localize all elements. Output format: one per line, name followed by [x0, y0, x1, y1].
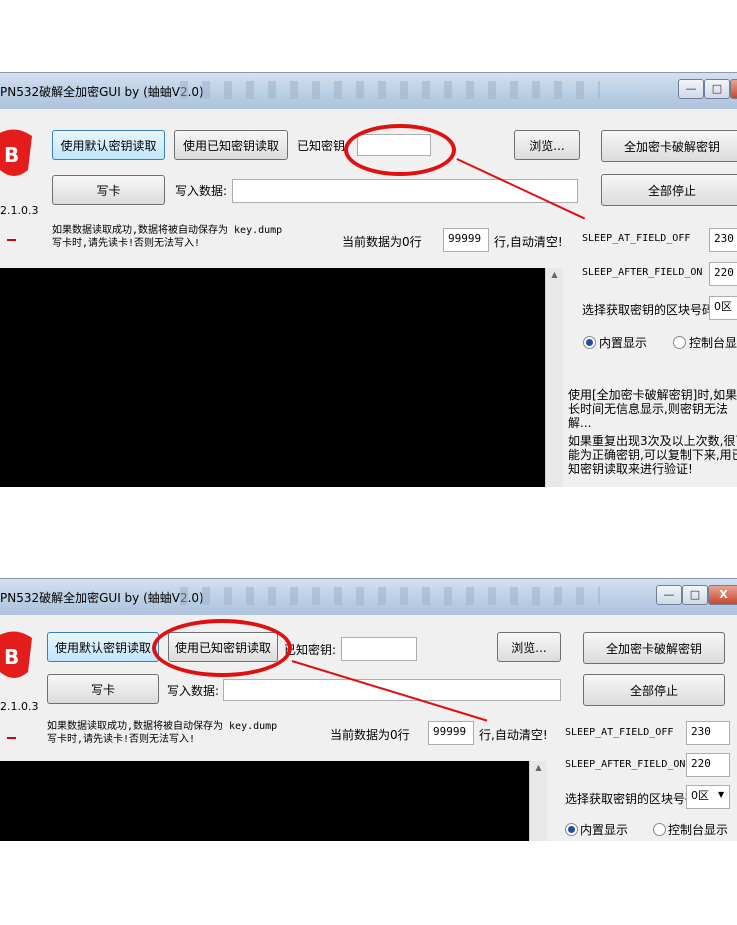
known-key-input[interactable] — [341, 637, 417, 661]
info-line-2: 写卡时,请先读卡!否则无法写入! — [52, 238, 201, 249]
close-button[interactable]: X — [730, 79, 737, 99]
write-data-label: 写入数据: — [167, 684, 220, 698]
svg-text:B: B — [4, 143, 19, 167]
blurred-toolbar — [180, 81, 600, 99]
info-line-2: 写卡时,请先读卡!否则无法写入! — [47, 734, 196, 745]
minimize-button[interactable]: — — [678, 79, 704, 99]
stop-all-button[interactable]: 全部停止 — [601, 174, 737, 206]
builtin-display-label: 内置显示 — [580, 823, 629, 837]
sleep-at-field-off-input[interactable]: 230 — [709, 228, 737, 252]
output-console — [0, 761, 529, 841]
close-button[interactable]: X — [708, 585, 737, 605]
rows-auto-clear-label: 行,自动清空! — [479, 728, 548, 742]
current-rows-label: 当前数据为0行 — [330, 728, 410, 742]
sleep-at-field-off-label: SLEEP_AT_FIELD_OFF — [565, 727, 674, 738]
console-scrollbar[interactable]: ▲ — [529, 761, 547, 841]
status-dash — [7, 737, 16, 739]
console-display-radio[interactable] — [673, 336, 686, 349]
screenshot-panel-1: PN532破解全加密GUI by (蚰蚰V2.0) — □ X B 2.1.0.… — [0, 72, 737, 487]
select-block-label: 选择获取密钥的区块号码: — [565, 792, 702, 806]
window-titlebar: PN532破解全加密GUI by (蚰蚰V2.0) — □ X — [0, 578, 737, 615]
app-logo-icon: B — [0, 631, 32, 678]
window-title: PN532破解全加密GUI by (蚰蚰V2.0) — [0, 591, 204, 605]
write-card-button[interactable]: 写卡 — [47, 674, 159, 704]
status-dash — [7, 239, 16, 241]
chevron-down-icon[interactable]: ▼ — [718, 790, 724, 799]
note-paragraph-1: 使用[全加密卡破解密钥]时,如果长时间无信息显示,则密钥无法解... — [568, 388, 737, 430]
console-scrollbar[interactable]: ▲ — [545, 268, 563, 487]
stop-all-button[interactable]: 全部停止 — [583, 674, 725, 706]
crack-key-button[interactable]: 全加密卡破解密钥 — [601, 130, 737, 162]
builtin-display-radio[interactable] — [583, 336, 596, 349]
crack-key-button[interactable]: 全加密卡破解密钥 — [583, 632, 725, 664]
current-rows-label: 当前数据为0行 — [342, 235, 422, 249]
write-data-label: 写入数据: — [175, 184, 228, 198]
rows-auto-clear-label: 行,自动清空! — [494, 235, 563, 249]
write-card-button[interactable]: 写卡 — [52, 175, 165, 205]
scroll-up-icon[interactable]: ▲ — [530, 763, 547, 772]
sleep-at-field-off-label: SLEEP_AT_FIELD_OFF — [582, 233, 691, 244]
console-display-label: 控制台显示 — [668, 823, 729, 837]
sleep-after-field-on-label: SLEEP_AFTER_FIELD_ON — [565, 759, 686, 770]
max-rows-input[interactable]: 99999 — [443, 228, 489, 252]
maximize-button[interactable]: □ — [682, 585, 708, 605]
app-logo-icon: B — [0, 129, 32, 176]
sleep-after-field-on-label: SLEEP_AFTER_FIELD_ON — [582, 267, 703, 278]
sleep-at-field-off-input[interactable]: 230 — [686, 721, 730, 745]
read-default-key-button[interactable]: 使用默认密钥读取 — [47, 632, 159, 662]
annotation-circle — [344, 124, 456, 176]
scroll-up-icon[interactable]: ▲ — [546, 270, 563, 279]
browse-button[interactable]: 浏览... — [497, 632, 561, 662]
version-label: 2.1.0.3 — [0, 700, 39, 713]
block-select[interactable]: 0区 — [709, 296, 737, 320]
max-rows-input[interactable]: 99999 — [428, 721, 474, 745]
blurred-toolbar — [180, 587, 600, 605]
version-label: 2.1.0.3 — [0, 204, 39, 217]
console-display-label: 控制台显示 — [689, 336, 737, 350]
console-display-radio[interactable] — [653, 823, 666, 836]
known-key-label: 已知密钥: — [297, 139, 350, 153]
maximize-button[interactable]: □ — [704, 79, 730, 99]
select-block-label: 选择获取密钥的区块号码: — [582, 303, 719, 317]
read-default-key-button[interactable]: 使用默认密钥读取 — [52, 130, 165, 160]
output-console — [0, 268, 545, 487]
svg-text:B: B — [4, 645, 19, 669]
browse-button[interactable]: 浏览... — [514, 130, 580, 160]
sleep-after-field-on-input[interactable]: 220 — [709, 262, 737, 286]
read-known-key-button[interactable]: 使用已知密钥读取 — [174, 130, 288, 160]
window-title: PN532破解全加密GUI by (蚰蚰V2.0) — [0, 85, 204, 99]
annotation-circle — [152, 619, 292, 677]
sleep-after-field-on-input[interactable]: 220 — [686, 753, 730, 777]
note-paragraph-2: 如果重复出现3次及以上次数,很可能为正确密钥,可以复制下来,用已知密钥读取来进行… — [568, 434, 737, 476]
builtin-display-radio[interactable] — [565, 823, 578, 836]
builtin-display-label: 内置显示 — [599, 336, 648, 350]
window-titlebar: PN532破解全加密GUI by (蚰蚰V2.0) — □ X — [0, 72, 737, 109]
screenshot-panel-2: PN532破解全加密GUI by (蚰蚰V2.0) — □ X B 2.1.0.… — [0, 578, 737, 841]
minimize-button[interactable]: — — [656, 585, 682, 605]
